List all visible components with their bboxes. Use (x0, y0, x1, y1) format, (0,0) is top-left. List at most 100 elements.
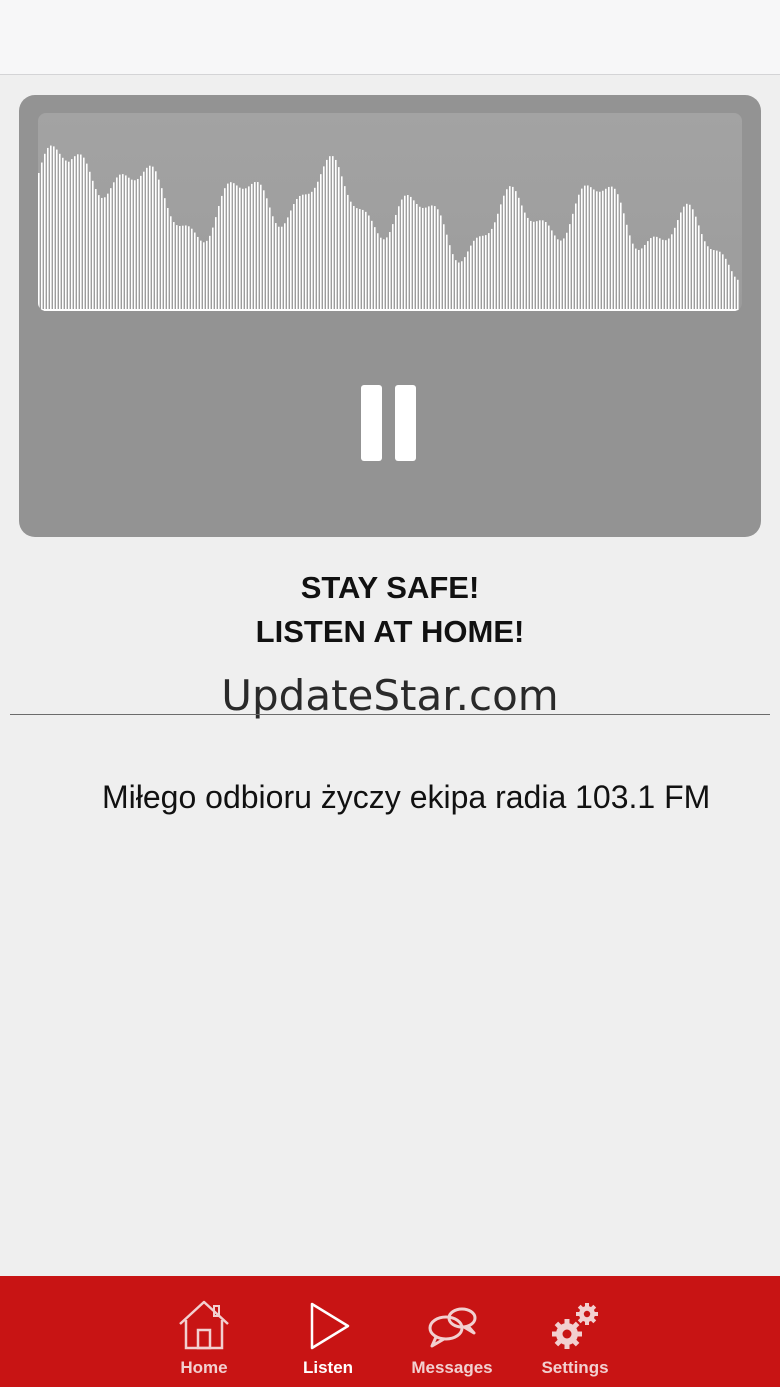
visualizer-bar (659, 238, 661, 311)
visualizer-bar (392, 224, 394, 311)
visualizer-bar (719, 251, 721, 311)
visualizer-bar (440, 215, 442, 311)
visualizer-bar (620, 202, 622, 311)
visualizer-bar (431, 205, 433, 311)
visualizer-bar (728, 264, 730, 311)
visualizer-bar (698, 225, 700, 311)
visualizer-bar (197, 236, 199, 311)
visualizer-bar (575, 203, 577, 311)
tab-label-listen: Listen (302, 1358, 354, 1377)
visualizer-bar (314, 187, 316, 311)
visualizer-bar (596, 191, 598, 311)
pause-button[interactable] (359, 385, 421, 463)
visualizer-bar (125, 175, 127, 311)
visualizer-bar (539, 220, 541, 311)
visualizer-bar (461, 261, 463, 311)
visualizer-bar (146, 167, 148, 311)
pause-icon-bar-right (395, 385, 416, 461)
visualizer-bar (476, 237, 478, 311)
visualizer-bar (224, 188, 226, 311)
visualizer-bar (404, 195, 406, 311)
visualizer-bar (416, 204, 418, 311)
visualizer-bar (641, 248, 643, 311)
visualizer-bar (446, 234, 448, 311)
visualizer-bar (662, 239, 664, 311)
visualizer-bar (344, 186, 346, 311)
slogan-line-2: LISTEN AT HOME! (255, 614, 525, 649)
visualizer-bar (80, 154, 82, 311)
visualizer-bar (44, 153, 46, 311)
visualizer-bar (362, 209, 364, 311)
visualizer-bar (560, 240, 562, 311)
tab-label-home: Home (180, 1358, 228, 1377)
visualizer-bar (239, 187, 241, 311)
visualizer-bar (413, 200, 415, 311)
visualizer-bar (434, 206, 436, 311)
visualizer-bar (503, 195, 505, 311)
visualizer-bar (512, 186, 514, 311)
visualizer-bar (737, 279, 739, 311)
visualizer-bar (389, 232, 391, 311)
visualizer-bar (137, 178, 139, 311)
visualizer-bar (518, 197, 520, 311)
visualizer-bar (245, 188, 247, 311)
visualizer-bar (635, 248, 637, 311)
visualizer-bar (716, 250, 718, 311)
visualizer-bar (611, 186, 613, 311)
tab-settings[interactable]: Settings (520, 1276, 630, 1387)
visualizer-bar (131, 179, 133, 311)
visualizer-bar (257, 182, 259, 311)
visualizer-bar (647, 241, 649, 311)
gear-tooth (564, 1319, 570, 1326)
visualizer-bar (251, 183, 253, 311)
watermark: UpdateStar.com (221, 671, 559, 720)
slogan-line-1: STAY SAFE! (300, 570, 480, 605)
visualizer-bar (287, 217, 289, 311)
visualizer-bar (470, 245, 472, 311)
visualizer-bar (317, 181, 319, 311)
visualizer-bar (281, 226, 283, 311)
visualizer-bar (692, 209, 694, 311)
visualizer-bar (569, 224, 571, 311)
visualizer-bar (167, 208, 169, 311)
visualizer-bar (254, 182, 256, 311)
visualizer-bar (521, 205, 523, 311)
visualizer-bar (464, 257, 466, 311)
visualizer-bar (128, 177, 130, 311)
visualizer-bar (590, 187, 592, 311)
visualizer-bar (398, 206, 400, 311)
visualizer-bar (509, 186, 511, 311)
visualizer-bar (122, 174, 124, 311)
visualizer-bar (77, 154, 79, 311)
visualizer-bar (374, 227, 376, 311)
visualizer-bar (548, 225, 550, 311)
visualizer-bar (695, 216, 697, 311)
visualizer-bar (482, 235, 484, 311)
visualizer-bar (707, 246, 709, 311)
tab-messages[interactable]: Messages (397, 1276, 507, 1387)
gear-tooth (585, 1303, 589, 1309)
visualizer-bar (143, 171, 145, 311)
visualizer-bar (101, 197, 103, 311)
visualizer-bar (488, 233, 490, 311)
visualizer-bar (56, 149, 58, 311)
visualizer-bar (536, 221, 538, 311)
visualizer-bar (68, 161, 70, 311)
visualizer-bar (134, 180, 136, 311)
visualizer-bar (497, 213, 499, 311)
tab-home[interactable]: Home (149, 1276, 259, 1387)
visualizer-bar (563, 238, 565, 311)
slogan: STAY SAFE! LISTEN AT HOME! (0, 566, 780, 654)
visualizer-bar (680, 212, 682, 311)
visualizer-bar (689, 204, 691, 311)
visualizer-bar (212, 227, 214, 311)
tab-listen[interactable]: Listen (273, 1276, 383, 1387)
visualizer-bar (350, 201, 352, 311)
visualizer-bar (419, 206, 421, 311)
visualizer-bar (164, 198, 166, 311)
visualizer-bar (278, 226, 280, 311)
visualizer-bar (62, 157, 64, 311)
visualizer-bar (299, 195, 301, 311)
visualizer-bar (551, 230, 553, 311)
visualizer-bar (95, 189, 97, 311)
